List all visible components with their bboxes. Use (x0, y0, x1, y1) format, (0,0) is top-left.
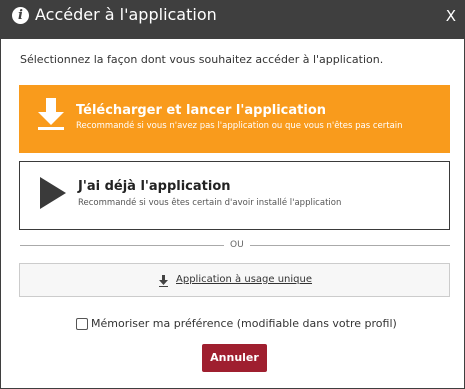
cancel-button[interactable]: Annuler (202, 344, 267, 372)
already-have-option-subtitle: Recommandé si vous êtes certain d'avoir … (78, 198, 342, 208)
download-and-launch-option[interactable]: Télécharger et lancer l'application Reco… (19, 85, 450, 153)
dialog-titlebar: i Accéder à l'application X (1, 1, 464, 39)
download-option-subtitle: Recommandé si vous n'avez pas l'applicat… (76, 121, 403, 131)
single-use-app-button[interactable]: Application à usage unique (19, 263, 450, 297)
separator-or-label: OU (224, 238, 250, 252)
download-arrow-icon (159, 275, 168, 287)
access-application-dialog: i Accéder à l'application X Sélectionnez… (0, 0, 465, 389)
download-arrow-icon (38, 98, 64, 130)
play-icon (40, 177, 66, 209)
remember-preference-label[interactable]: Mémoriser ma préférence (modifiable dans… (91, 316, 397, 332)
already-have-app-option[interactable]: J'ai déjà l'application Recommandé si vo… (19, 161, 450, 230)
dialog-title: Accéder à l'application (35, 5, 217, 24)
info-icon: i (12, 7, 29, 24)
download-option-title: Télécharger et lancer l'application (76, 103, 327, 118)
single-use-app-link[interactable]: Application à usage unique (176, 272, 312, 288)
remember-preference-checkbox[interactable] (76, 318, 88, 330)
already-have-option-title: J'ai déjà l'application (78, 179, 231, 194)
close-button[interactable]: X (446, 6, 456, 26)
intro-text: Sélectionnez la façon dont vous souhaite… (20, 53, 384, 66)
